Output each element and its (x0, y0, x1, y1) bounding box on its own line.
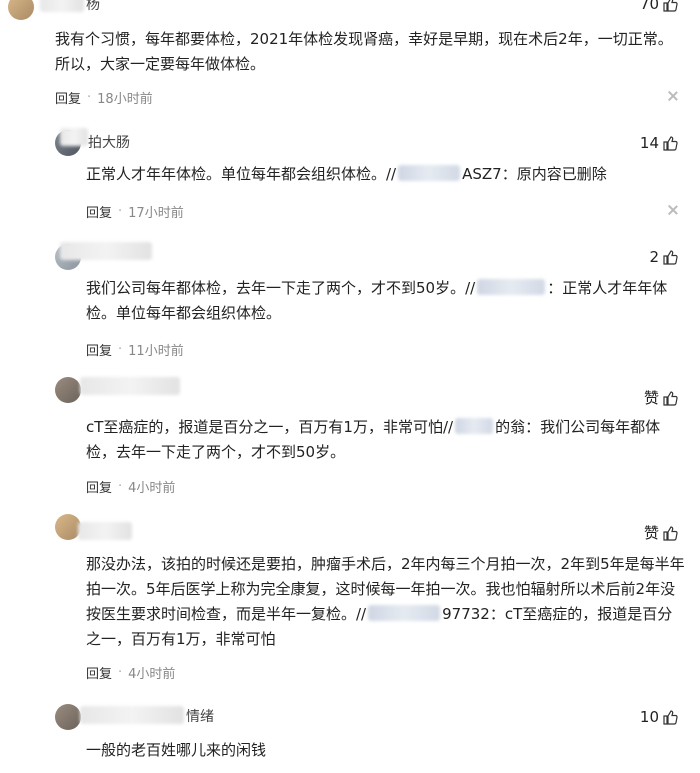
comment-item: 赞 那没办法，该拍的时候还是要拍，肿瘤手术后，2年内每三个月拍一次，2年到5年是… (0, 512, 700, 682)
thumbs-up-icon[interactable] (662, 390, 678, 406)
close-icon[interactable] (668, 205, 678, 215)
username-blurred[interactable] (80, 377, 180, 395)
thumbs-up-icon[interactable] (662, 0, 678, 12)
thumbs-up-icon[interactable] (662, 525, 678, 541)
comment-text: 那没办法，该拍的时候还是要拍，肿瘤手术后，2年内每三个月拍一次，2年到5年是每半… (86, 552, 686, 652)
avatar[interactable] (8, 0, 34, 20)
avatar[interactable] (55, 377, 81, 403)
like-count[interactable]: 14 (640, 134, 678, 152)
comment-item: 2 我们公司每年都体检，去年一下走了两个，才不到50岁。//：正常人才年年体检。… (0, 238, 700, 363)
thumbs-up-icon[interactable] (662, 709, 678, 725)
like-count-value: 14 (639, 134, 659, 152)
mention-blurred[interactable] (477, 279, 546, 295)
comment-item: 杨 70 我有个习惯，每年都要体检，2021年体检发现肾癌，幸好是早期，现在术后… (0, 0, 700, 112)
thumbs-up-icon[interactable] (662, 135, 678, 151)
comment-meta: 回复 · 4小时前 (86, 477, 175, 496)
comment-text: 正常人才年年体检。单位每年都会组织体检。// ASZ7：原内容已删除 (86, 162, 686, 187)
comment-item: 情绪 10 一般的老百姓哪儿来的闲钱 (0, 704, 700, 773)
comment-meta: 回复 · 4小时前 (86, 663, 175, 682)
comment-time: 17小时前 (128, 206, 184, 221)
comment-meta: 回复 · 11小时前 (86, 340, 184, 359)
comment-text-main: 正常人才年年体检。单位每年都会组织体检。// (86, 165, 397, 183)
comment-meta: 回复 · 17小时前 (86, 202, 184, 221)
mention-tail[interactable]: 97732 (442, 605, 490, 623)
like-label: 赞 (643, 389, 659, 407)
separator-dot: · (118, 665, 123, 680)
comment-item: 拍大肠 14 正常人才年年体检。单位每年都会组织体检。// ASZ7：原内容已删除… (0, 124, 700, 224)
separator-dot: · (118, 342, 123, 357)
comment-meta: 回复 · 18小时前 (55, 88, 153, 107)
comment-text: 我们公司每年都体检，去年一下走了两个，才不到50岁。//：正常人才年年体检。单位… (86, 276, 686, 326)
separator-dot: · (118, 479, 123, 494)
like-button[interactable]: 赞 (644, 387, 678, 408)
like-label: 赞 (643, 524, 659, 542)
separator-dot: · (87, 90, 92, 105)
username-blurred[interactable] (80, 706, 184, 724)
mention-tail[interactable]: 的翁 (495, 418, 525, 436)
close-icon[interactable] (668, 91, 678, 101)
comment-text-main: 我们公司每年都体检，去年一下走了两个，才不到50岁。// (86, 279, 476, 297)
like-count[interactable]: 70 (640, 0, 678, 13)
comment-text: 一般的老百姓哪儿来的闲钱 (86, 741, 267, 759)
username-tail: 拍大肠 (88, 135, 130, 151)
like-count-value: 2 (649, 248, 659, 266)
reply-button[interactable]: 回复 (86, 663, 112, 682)
mention-blurred[interactable] (398, 165, 461, 181)
reply-button[interactable]: 回复 (55, 88, 81, 107)
username-tail: 杨 (86, 0, 100, 13)
like-count-value: 10 (639, 708, 659, 726)
reply-button[interactable]: 回复 (86, 340, 112, 359)
mention-blurred[interactable] (368, 605, 441, 621)
username-blurred[interactable] (40, 0, 84, 12)
like-count[interactable]: 2 (649, 248, 678, 266)
quoted-text: ：原内容已删除 (501, 165, 607, 183)
comment-time: 4小时前 (128, 667, 176, 682)
avatar[interactable] (55, 704, 81, 730)
comment-text-main: cT至癌症的，报道是百分之一，百万有1万，非常可怕// (86, 418, 454, 436)
username-blurred[interactable] (60, 242, 152, 260)
like-button[interactable]: 赞 (644, 522, 678, 543)
reply-button[interactable]: 回复 (86, 202, 112, 221)
username-blurred[interactable] (60, 128, 88, 146)
mention-blurred[interactable] (455, 418, 494, 434)
username-blurred[interactable] (78, 522, 132, 540)
comment-time: 18小时前 (97, 92, 153, 107)
username-tail: 情绪 (186, 709, 214, 725)
reply-button[interactable]: 回复 (86, 477, 112, 496)
like-count[interactable]: 10 (640, 708, 678, 726)
mention-tail[interactable]: ASZ7 (462, 165, 502, 183)
thumbs-up-icon[interactable] (662, 249, 678, 265)
comment-item: 赞 cT至癌症的，报道是百分之一，百万有1万，非常可怕//的翁：我们公司每年都体… (0, 375, 700, 500)
comment-text: cT至癌症的，报道是百分之一，百万有1万，非常可怕//的翁：我们公司每年都体检，… (86, 415, 686, 465)
comment-time: 4小时前 (128, 481, 176, 496)
like-count-value: 70 (639, 0, 659, 13)
comment-text: 我有个习惯，每年都要体检，2021年体检发现肾癌，幸好是早期，现在术后2年，一切… (55, 30, 673, 73)
comment-time: 11小时前 (128, 344, 184, 359)
separator-dot: · (118, 204, 123, 219)
